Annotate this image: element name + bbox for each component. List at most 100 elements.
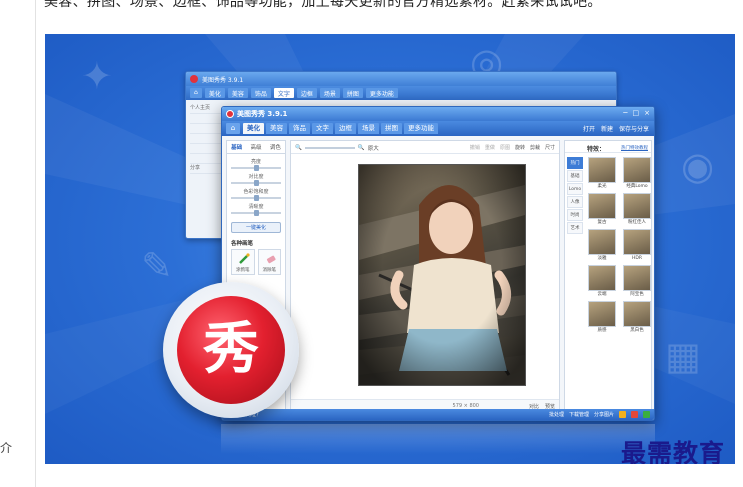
new-button[interactable]: 新建	[601, 124, 613, 133]
effect-item[interactable]: 淡雅	[587, 229, 617, 263]
undo-button[interactable]: 撤销	[470, 144, 480, 151]
doodle-pen-button[interactable]: 涂鸦笔	[231, 249, 255, 275]
back-window-titlebar: 美图秀秀 3.9.1	[186, 72, 616, 86]
adjust-subtabs: 基础 高级 调色	[227, 141, 285, 154]
back-tab[interactable]: 美容	[227, 88, 248, 98]
back-side-item[interactable]	[190, 144, 224, 154]
effect-thumbnail	[623, 265, 651, 291]
redo-button[interactable]: 重做	[485, 144, 495, 151]
original-button[interactable]: 原图	[500, 144, 510, 151]
tab-scene[interactable]: 场景	[358, 123, 379, 134]
window-reflection	[221, 424, 655, 454]
back-tab[interactable]: 拼图	[342, 88, 363, 98]
crop-button[interactable]: 剪裁	[530, 144, 540, 151]
back-window-title: 美图秀秀 3.9.1	[202, 77, 244, 84]
effects-category[interactable]: 热门	[567, 157, 583, 169]
effect-item[interactable]: HDR	[622, 229, 652, 263]
effect-label: 黑白色	[630, 328, 644, 333]
back-tab[interactable]: 场景	[319, 88, 340, 98]
titlebar: 美图秀秀 3.9.1 ─ □ ×	[222, 107, 654, 121]
subtab-basic[interactable]: 基础	[227, 141, 246, 153]
subtab-color[interactable]: 调色	[266, 141, 285, 153]
effects-panel: 特效： 热门特效教程 热门 基础 Lomo 人像 时尚 艺术 柔光 经典Lomo…	[564, 140, 652, 412]
open-button[interactable]: 打开	[583, 124, 595, 133]
back-tab[interactable]: 饰品	[250, 88, 271, 98]
close-button[interactable]: ×	[644, 109, 650, 118]
pens-list: 涂鸦笔 消除笔	[227, 249, 285, 275]
back-side-item[interactable]	[190, 154, 224, 164]
tab-accessories[interactable]: 饰品	[289, 123, 310, 134]
save-share-button[interactable]: 保存与分享	[619, 124, 649, 133]
effect-item[interactable]: 质感	[587, 301, 617, 335]
effects-tutorial-link[interactable]: 热门特效教程	[621, 145, 648, 151]
logo-character: 秀	[203, 317, 259, 382]
tab-beautify[interactable]: 美化	[243, 123, 264, 134]
effect-item[interactable]: 柔光	[587, 157, 617, 191]
left-rail-text: 介	[0, 441, 13, 455]
effects-category[interactable]: 艺术	[567, 222, 583, 234]
tab-beauty[interactable]: 美容	[266, 123, 287, 134]
download-manager-button[interactable]: 下载管理	[569, 411, 589, 418]
tab-more[interactable]: 更多功能	[404, 123, 438, 134]
plus-icon[interactable]	[643, 411, 650, 418]
back-side-item[interactable]	[190, 124, 224, 134]
share-image-button[interactable]: 分享图片	[594, 411, 614, 418]
slider-knob[interactable]	[253, 210, 259, 216]
eye-deco-icon: ◉	[681, 144, 715, 188]
meitu-logo: 秀	[163, 282, 299, 418]
resize-button[interactable]: 尺寸	[545, 144, 555, 151]
back-tab[interactable]: 文字	[273, 88, 294, 98]
effect-item[interactable]: 复古	[587, 193, 617, 227]
one-key-beautify-button[interactable]: 一键美化	[231, 222, 281, 233]
saturation-slider[interactable]: 色彩饱和度	[231, 188, 281, 201]
back-tab[interactable]: 更多功能	[365, 88, 398, 98]
sharpness-slider[interactable]: 清晰度	[231, 203, 281, 216]
zoom-out-icon[interactable]: 🔍	[295, 145, 302, 151]
effects-category[interactable]: 基础	[567, 170, 583, 182]
slider-knob[interactable]	[253, 180, 259, 186]
effect-item[interactable]: 经典Lomo	[622, 157, 652, 191]
app-logo-icon	[190, 75, 198, 83]
effects-categories: 热门 基础 Lomo 人像 时尚 艺术	[567, 157, 583, 235]
weibo-icon[interactable]	[631, 411, 638, 418]
film-deco-icon: ▦	[665, 334, 701, 378]
actual-size-button[interactable]: 原大	[368, 144, 379, 152]
star-icon[interactable]	[619, 411, 626, 418]
effect-item[interactable]: 云端	[587, 265, 617, 299]
rotate-button[interactable]: 旋转	[515, 144, 525, 151]
slider-knob[interactable]	[253, 165, 259, 171]
zoom-in-icon[interactable]: 🔍	[358, 145, 365, 151]
effects-category[interactable]: Lomo	[567, 183, 583, 195]
zoom-slider[interactable]	[304, 147, 355, 149]
effect-item[interactable]: 粉红佳人	[622, 193, 652, 227]
eraser-pen-button[interactable]: 消除笔	[257, 249, 281, 275]
tab-text[interactable]: 文字	[312, 123, 333, 134]
effect-item[interactable]: 黑白色	[622, 301, 652, 335]
subtab-advanced[interactable]: 高级	[246, 141, 265, 153]
tab-frame[interactable]: 边框	[335, 123, 356, 134]
tab-collage[interactable]: 拼图	[381, 123, 402, 134]
batch-button[interactable]: 批处理	[549, 411, 564, 418]
back-tab[interactable]: 边框	[296, 88, 317, 98]
brightness-slider[interactable]: 亮度	[231, 158, 281, 171]
back-side-item[interactable]	[190, 134, 224, 144]
contrast-slider[interactable]: 对比度	[231, 173, 281, 186]
back-tab[interactable]: 美化	[204, 88, 225, 98]
minimize-button[interactable]: ─	[623, 109, 627, 118]
effects-title: 特效：	[587, 146, 606, 153]
zoom-control[interactable]: 🔍 🔍 原大	[295, 144, 379, 152]
home-icon[interactable]: ⌂	[226, 123, 240, 134]
effect-item[interactable]: 阿宝色	[622, 265, 652, 299]
effect-thumbnail	[588, 157, 616, 183]
pencil-deco-icon: ✎	[141, 244, 173, 288]
window-title: 美图秀秀 3.9.1	[237, 110, 288, 118]
maximize-button[interactable]: □	[633, 109, 640, 118]
back-home-icon[interactable]: ⌂	[190, 88, 202, 98]
slider-knob[interactable]	[253, 195, 259, 201]
effects-category[interactable]: 时尚	[567, 209, 583, 221]
back-side-item[interactable]	[190, 114, 224, 124]
effects-category[interactable]: 人像	[567, 196, 583, 208]
back-side-item[interactable]: 分享	[190, 164, 224, 174]
left-rail: 介	[0, 0, 36, 487]
back-side-item[interactable]: 个人主页	[190, 104, 224, 114]
